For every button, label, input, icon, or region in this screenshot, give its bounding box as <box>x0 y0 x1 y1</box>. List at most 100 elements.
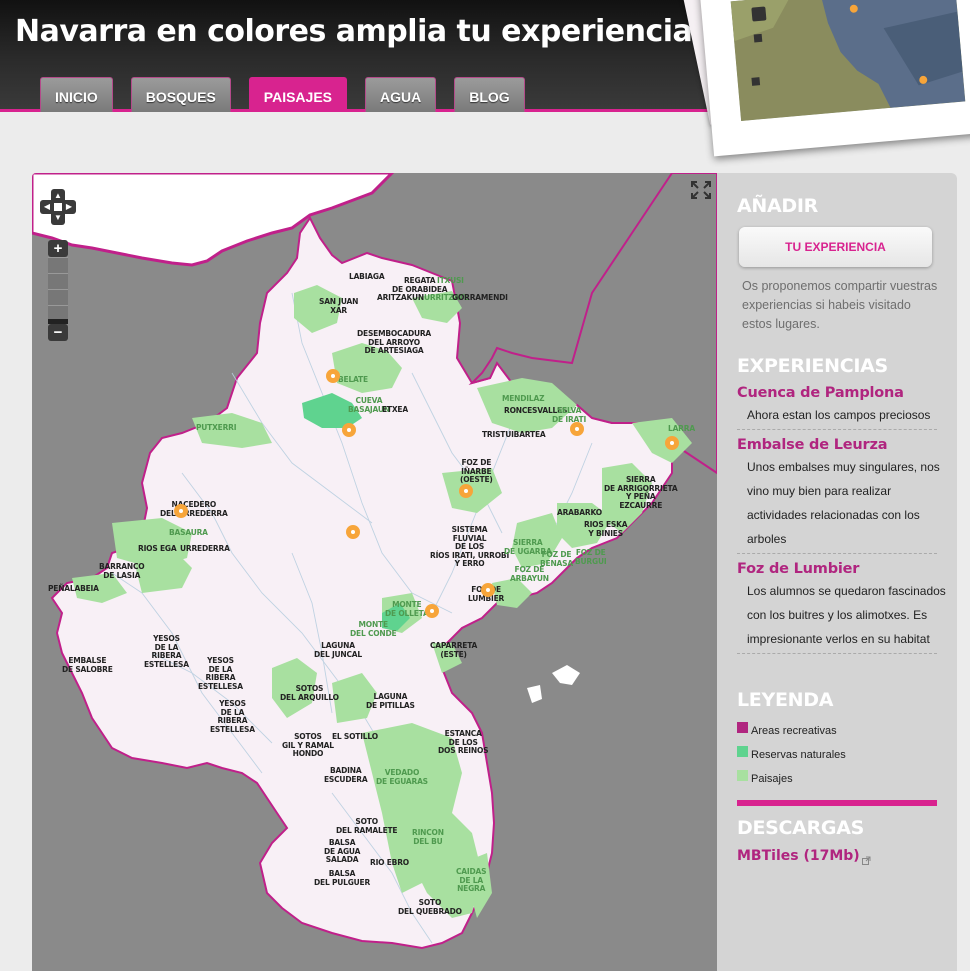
tab-paisajes[interactable]: PAISAJES <box>248 77 348 112</box>
map-label: ITXUSI <box>437 276 464 285</box>
experience-marker[interactable] <box>174 504 188 518</box>
map-label: SIERRA DE ARRIGORRIETA Y PEÑA EZCAURRE <box>604 475 678 510</box>
map-label: ESTANCA DE LOS DOS REINOS <box>438 729 489 755</box>
tab-bosques[interactable]: BOSQUES <box>130 77 231 112</box>
map-label: YESOS DE LA RIBERA ESTELLESA <box>210 699 255 734</box>
map-label: LAGUNA DEL JUNCAL <box>314 641 362 659</box>
map-label: BADINA ESCUDERA <box>324 766 368 784</box>
map-label: LAGUNA DE PITILLAS <box>366 692 415 710</box>
map-label: RIO EBRO <box>370 858 409 867</box>
map-label: LARRA <box>668 424 695 433</box>
download-item: MBTiles (17Mb) <box>737 848 871 865</box>
map-label: MENDILAZ <box>502 394 545 403</box>
map-label: BARRANCO DE LASIA <box>99 562 145 580</box>
zoom-control: + − <box>48 240 68 341</box>
map-label: MONTE DEL CONDE <box>350 620 397 638</box>
divider <box>737 429 937 430</box>
map-label: SOTOS GIL Y RAMAL HONDO <box>282 732 334 758</box>
map-label: DESEMBOCADURA DEL ARROYO DE ARTESIAGA <box>357 329 432 355</box>
experience-item: Cuenca de Pamplona Ahora estan los campo… <box>737 385 947 430</box>
zoom-level[interactable] <box>48 257 68 273</box>
map-label: EMBALSE DE SALOBRE <box>62 656 113 674</box>
zoom-slider-handle[interactable] <box>48 319 68 324</box>
legend-item: Paisajes <box>737 767 846 791</box>
legend-swatch-landscapes <box>737 769 748 781</box>
map-label: BELATE <box>338 375 368 384</box>
map-label: NACEDERO DEL URREDERRA <box>160 500 228 518</box>
zoom-level[interactable] <box>48 273 68 289</box>
section-divider <box>737 800 937 806</box>
mbtiles-download-link[interactable]: MBTiles (17Mb) <box>737 848 860 864</box>
map-label: FOZ DE BENASA <box>540 550 573 568</box>
map-label: GORRAMENDI <box>452 293 508 302</box>
tab-blog[interactable]: BLOG <box>454 77 525 112</box>
main-nav: INICIO BOSQUES PAISAJES AGUA BLOG <box>40 77 543 112</box>
map-label: ARABARKO <box>557 508 602 517</box>
map-thumbnail <box>730 0 966 121</box>
map-label: SOTO DEL RAMALETE <box>336 817 398 835</box>
navarra-map[interactable]: LABIAGA REGATA DE ORABIDEA ITXUSI ARITZA… <box>32 173 717 971</box>
experience-item: Foz de Lumbier Los alumnos se quedaron f… <box>737 561 947 654</box>
map-label: MONTE DE OLLETA <box>385 600 429 618</box>
intro-text: Os proponemos compartir vuestras experie… <box>742 279 938 331</box>
experience-list: Cuenca de Pamplona Ahora estan los campo… <box>737 385 947 654</box>
map-label: CAPARRETA (ESTE) <box>430 641 478 659</box>
map-label: YESOS DE LA RIBERA ESTELLESA <box>144 634 189 669</box>
experiences-heading: EXPERIENCIAS <box>737 355 888 377</box>
divider <box>737 653 937 654</box>
map-label: YESOS DE LA RIBERA ESTELLESA <box>198 656 243 691</box>
legend-label: Areas recreativas <box>751 725 837 737</box>
map-label: TRISTUIBARTEA <box>482 430 546 439</box>
map-label: CAIDAS DE LA NEGRA <box>456 867 487 893</box>
divider <box>737 553 937 554</box>
map-label: ARITZAKUN <box>377 293 424 302</box>
pan-down-button[interactable]: ▼ <box>51 211 65 225</box>
tab-inicio[interactable]: INICIO <box>40 77 113 112</box>
map-label: LABIAGA <box>349 272 385 281</box>
sidebar: AÑADIR TU EXPERIENCIA Os proponemos comp… <box>717 173 957 971</box>
experience-text: Ahora estan los campos preciosos <box>747 408 931 422</box>
tab-agua[interactable]: AGUA <box>365 77 437 112</box>
experience-marker[interactable] <box>342 423 356 437</box>
experience-marker[interactable] <box>346 525 360 539</box>
map-label: BASAURA <box>169 528 208 537</box>
experience-marker[interactable] <box>481 583 495 597</box>
experience-marker[interactable] <box>665 436 679 450</box>
experience-text: Los alumnos se quedaron fascinados con l… <box>747 584 946 646</box>
map-label: FOZ DE ARBAYUN <box>510 565 549 583</box>
map-label: FOZ DE BURGUI <box>575 548 607 566</box>
zoom-level[interactable] <box>48 289 68 305</box>
add-heading: AÑADIR <box>737 195 818 217</box>
legend: Areas recreativas Reservas naturales Pai… <box>737 719 846 791</box>
experience-marker[interactable] <box>326 369 340 383</box>
map-label: VEDADO DE EGUARAS <box>376 768 428 786</box>
map-label: SAN JUAN XAR <box>319 297 359 315</box>
map-label: EL SOTILLO <box>332 732 378 741</box>
experience-marker[interactable] <box>570 422 584 436</box>
experience-marker[interactable] <box>459 484 473 498</box>
legend-item: Reservas naturales <box>737 743 846 767</box>
map-label: RIOS ESKA Y BINIES <box>584 520 628 538</box>
experience-title[interactable]: Cuenca de Pamplona <box>737 385 947 401</box>
experience-item: Embalse de Leurza Unos embalses muy sing… <box>737 437 947 554</box>
experience-text: Unos embalses muy singulares, nos vino m… <box>747 460 940 546</box>
map-label: RINCON DEL BU <box>412 828 444 846</box>
map-label: URREDERRA <box>180 544 230 553</box>
legend-swatch-reserves <box>737 745 748 757</box>
map-label: PUTXERRI <box>196 423 237 432</box>
map-label: SELVA DE IRATI <box>552 406 587 424</box>
map-label: SOTO DEL QUEBRADO <box>398 898 462 916</box>
decorative-map-photo <box>698 0 970 157</box>
map-label: BALSA DE AGUA SALADA <box>324 838 361 864</box>
zoom-out-button[interactable]: − <box>48 324 68 341</box>
map-label: RIOS EGA <box>138 544 177 553</box>
experience-title[interactable]: Embalse de Leurza <box>737 437 947 453</box>
add-experience-button[interactable]: TU EXPERIENCIA <box>739 227 932 267</box>
fullscreen-icon[interactable] <box>690 180 712 200</box>
experience-marker[interactable] <box>425 604 439 618</box>
legend-label: Reservas naturales <box>751 749 846 761</box>
map-label: PEÑALABEIA <box>48 584 99 593</box>
external-link-icon <box>861 852 871 865</box>
zoom-in-button[interactable]: + <box>48 240 68 257</box>
experience-title[interactable]: Foz de Lumbier <box>737 561 947 577</box>
